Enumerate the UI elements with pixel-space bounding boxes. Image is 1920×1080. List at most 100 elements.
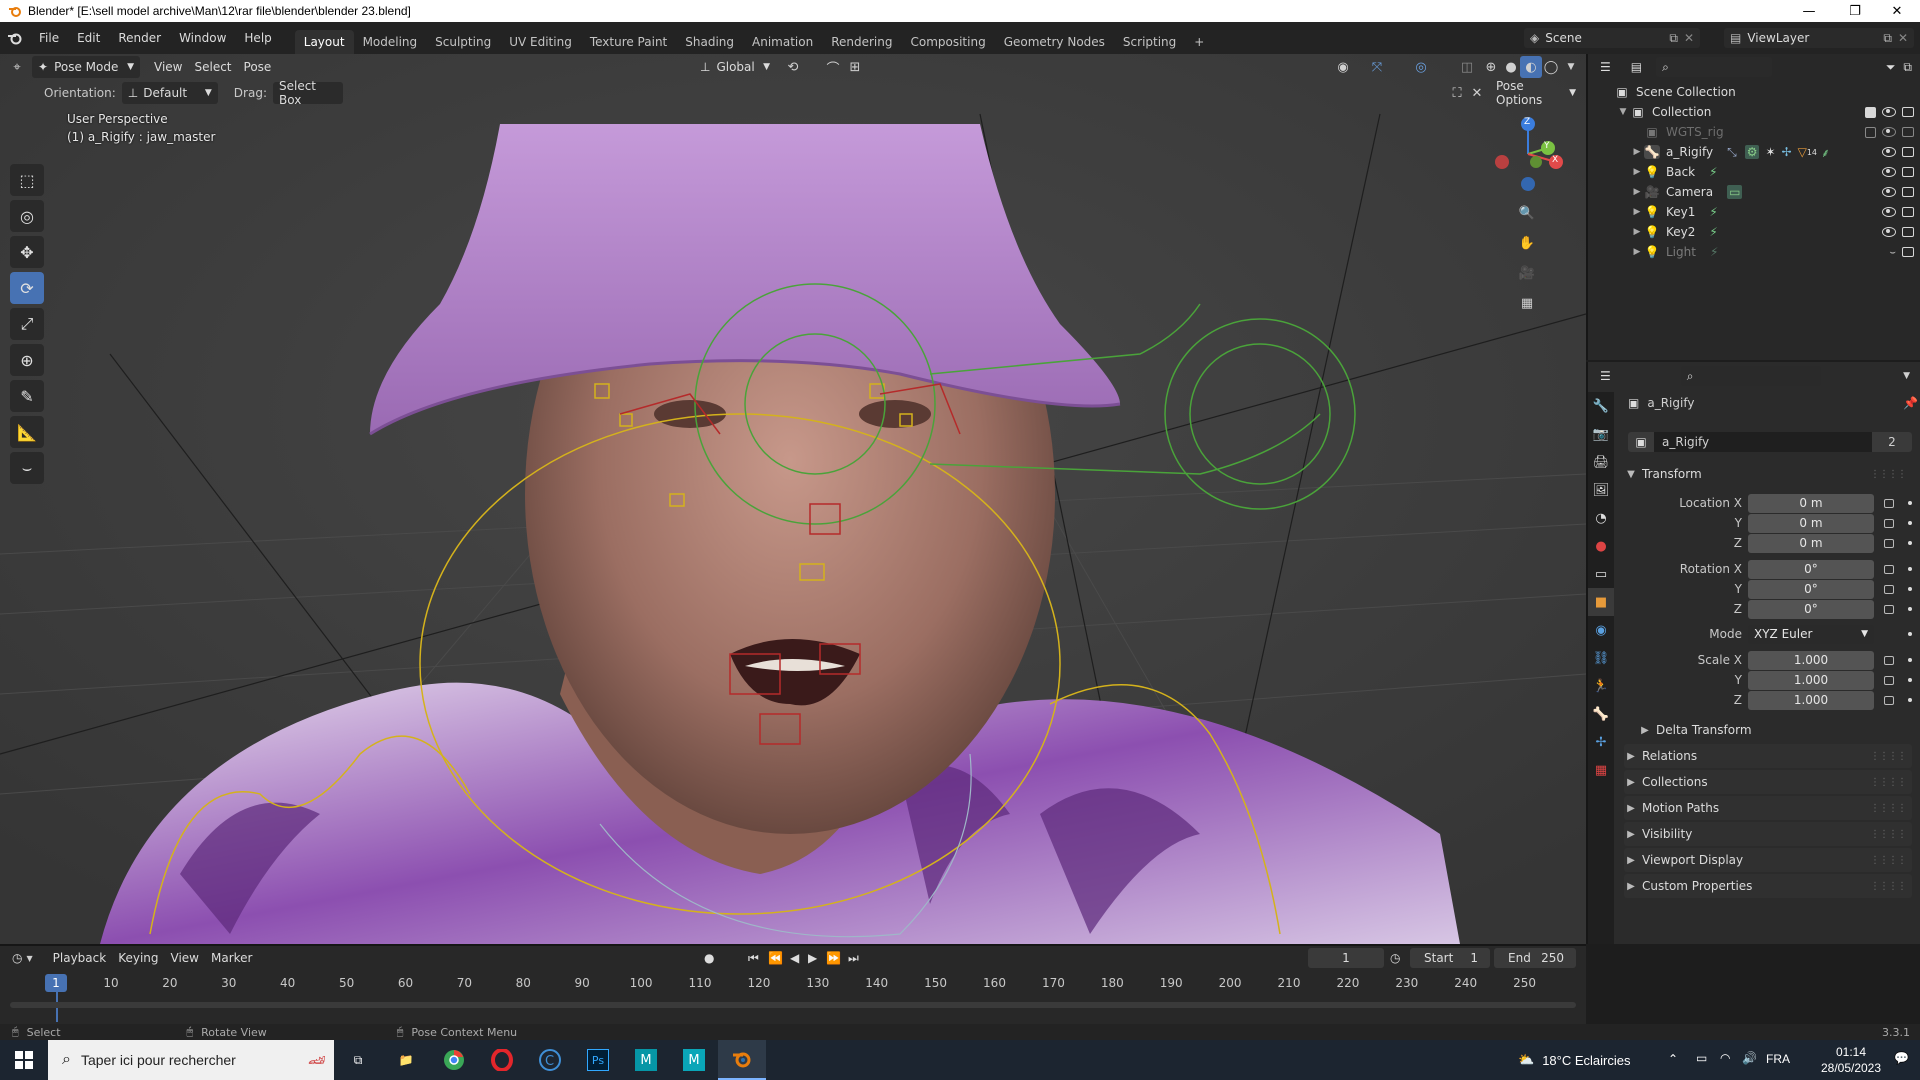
lock-icon[interactable]: [1884, 655, 1894, 665]
add-workspace-button[interactable]: +: [1185, 30, 1213, 54]
visibility-eye-icon[interactable]: [1882, 207, 1896, 217]
timeline-scrollbar[interactable]: [10, 1002, 1576, 1008]
ccleaner-icon[interactable]: C: [526, 1040, 574, 1080]
shading-options-icon[interactable]: ▼: [1560, 56, 1582, 78]
material-shading-icon[interactable]: ◐: [1520, 56, 1542, 78]
lock-icon[interactable]: [1884, 564, 1894, 574]
outliner-row-scene-collection[interactable]: ▣ Scene Collection: [1588, 82, 1920, 102]
wifi-icon[interactable]: ◠: [1720, 1051, 1730, 1065]
render-camera-icon[interactable]: [1902, 227, 1914, 237]
lock-icon[interactable]: [1884, 695, 1894, 705]
view-layer-selector[interactable]: ▤ ViewLayer ⧉ ✕: [1724, 28, 1914, 48]
keyframe-dot-icon[interactable]: [1908, 607, 1912, 611]
rotation-y-field[interactable]: 0°: [1748, 579, 1874, 599]
drag-dropdown[interactable]: Select Box: [272, 79, 343, 107]
drag-grip-icon[interactable]: ⋮⋮⋮⋮: [1870, 777, 1907, 788]
gizmo-toggle-icon[interactable]: ⤧: [1366, 56, 1388, 78]
scene-tab-icon[interactable]: ◔: [1588, 504, 1614, 532]
menu-view[interactable]: View: [148, 56, 188, 78]
outliner-row-back[interactable]: ▶ 💡 Back ⚡: [1588, 162, 1920, 182]
expand-arrow-icon[interactable]: ▶: [1630, 167, 1644, 177]
new-collection-icon[interactable]: ⧉: [1903, 60, 1912, 75]
visibility-eye-icon[interactable]: [1882, 227, 1896, 237]
wireframe-shading-icon[interactable]: ⊕: [1480, 56, 1502, 78]
outliner-row-key2[interactable]: ▶ 💡 Key2 ⚡: [1588, 222, 1920, 242]
rotation-x-field[interactable]: 0°: [1748, 559, 1874, 579]
pin-icon[interactable]: 📌: [1903, 396, 1918, 410]
visibility-eye-icon[interactable]: [1882, 127, 1896, 137]
visibility-eye-icon[interactable]: [1882, 187, 1896, 197]
measure-tool-icon[interactable]: 📐: [10, 416, 44, 448]
scale-z-field[interactable]: 1.000: [1748, 690, 1874, 710]
keyframe-dot-icon[interactable]: [1908, 587, 1912, 591]
delete-scene-icon[interactable]: ✕: [1684, 31, 1694, 45]
play-reverse-icon[interactable]: ◀: [790, 951, 799, 965]
zoom-icon[interactable]: 🔍: [1516, 202, 1538, 224]
select-box-tool-icon[interactable]: ⬚: [10, 164, 44, 196]
end-frame-field[interactable]: End 250: [1494, 948, 1576, 968]
jump-start-icon[interactable]: ⏮: [748, 951, 759, 966]
keyframe-dot-icon[interactable]: [1908, 632, 1912, 636]
keyframe-dot-icon[interactable]: [1908, 678, 1912, 682]
bone-constraint-tab-icon[interactable]: ✢: [1588, 728, 1614, 756]
collections-panel-header[interactable]: ▶ Collections ⋮⋮⋮⋮: [1624, 770, 1912, 794]
expand-arrow-icon[interactable]: ▶: [1630, 207, 1644, 217]
visibility-eye-icon[interactable]: [1882, 147, 1896, 157]
object-browse-icon[interactable]: ▣: [1628, 432, 1654, 452]
custom-properties-panel-header[interactable]: ▶ Custom Properties ⋮⋮⋮⋮: [1624, 874, 1912, 898]
minimize-button[interactable]: —: [1786, 0, 1832, 22]
menu-marker[interactable]: Marker: [205, 947, 258, 969]
render-tab-icon[interactable]: 📷: [1588, 420, 1614, 448]
tab-texture-paint[interactable]: Texture Paint: [581, 30, 676, 54]
current-frame-field[interactable]: 1: [1308, 948, 1384, 968]
drag-grip-icon[interactable]: ⋮⋮⋮⋮: [1870, 803, 1907, 814]
outliner-row-camera[interactable]: ▶ 🎥 Camera ▭: [1588, 182, 1920, 202]
menu-timeline-view[interactable]: View: [165, 947, 205, 969]
properties-editor-icon[interactable]: ☰: [1600, 369, 1611, 383]
menu-file[interactable]: File: [30, 22, 68, 54]
playhead-frame-indicator[interactable]: 1: [45, 974, 67, 992]
render-camera-icon[interactable]: [1902, 147, 1914, 157]
object-constraint-tab-icon[interactable]: ⛓: [1588, 644, 1614, 672]
transform-panel-header[interactable]: ▼ Transform ⋮⋮⋮⋮: [1624, 462, 1912, 486]
maya-icon-2[interactable]: M: [670, 1040, 718, 1080]
menu-playback[interactable]: Playback: [47, 947, 113, 969]
visibility-panel-header[interactable]: ▶ Visibility ⋮⋮⋮⋮: [1624, 822, 1912, 846]
chrome-icon[interactable]: [430, 1040, 478, 1080]
outliner-row-collection[interactable]: ▼ ▣ Collection: [1588, 102, 1920, 122]
mirror-x-icon[interactable]: ✕: [1466, 82, 1488, 104]
scale-y-field[interactable]: 1.000: [1748, 670, 1874, 690]
object-name-field[interactable]: ▣ a_Rigify 2: [1628, 432, 1912, 452]
physics-tab-icon[interactable]: ◉: [1588, 616, 1614, 644]
lock-icon[interactable]: [1884, 675, 1894, 685]
outliner-search-input[interactable]: ⌕: [1656, 57, 1773, 77]
drag-grip-icon[interactable]: ⋮⋮⋮⋮: [1870, 751, 1907, 762]
timeline-editor-icon[interactable]: ◷: [12, 951, 22, 965]
keyframe-dot-icon[interactable]: [1908, 567, 1912, 571]
editor-type-icon[interactable]: ⌖: [6, 56, 28, 78]
rendered-shading-icon[interactable]: ◯: [1540, 56, 1562, 78]
play-icon[interactable]: ▶: [808, 951, 817, 965]
blender-taskbar-icon[interactable]: [718, 1040, 766, 1080]
rotate-tool-icon[interactable]: ⟳: [10, 272, 44, 304]
expand-icon[interactable]: ⛶: [1446, 82, 1468, 104]
menu-render[interactable]: Render: [109, 22, 170, 54]
texture-tab-icon[interactable]: ▦: [1588, 756, 1614, 784]
render-camera-icon[interactable]: [1902, 107, 1914, 117]
tray-chevron-up-icon[interactable]: ⌃: [1668, 1052, 1678, 1066]
render-camera-icon[interactable]: [1902, 127, 1914, 137]
tab-geometry-nodes[interactable]: Geometry Nodes: [995, 30, 1114, 54]
menu-select[interactable]: Select: [188, 56, 237, 78]
delete-view-layer-icon[interactable]: ✕: [1898, 31, 1908, 45]
keyframe-dot-icon[interactable]: [1908, 658, 1912, 662]
annotate-tool-icon[interactable]: ✎: [10, 380, 44, 412]
scale-tool-icon[interactable]: ⤢: [10, 308, 44, 340]
lock-icon[interactable]: [1884, 538, 1894, 548]
visibility-selector-icon[interactable]: ◉: [1332, 56, 1354, 78]
jump-keyframe-forward-icon[interactable]: ⏩: [826, 951, 841, 965]
viewport-display-panel-header[interactable]: ▶ Viewport Display ⋮⋮⋮⋮: [1624, 848, 1912, 872]
pose-options-dropdown[interactable]: Pose Options ▼: [1490, 79, 1582, 107]
expand-arrow-icon[interactable]: ▶: [1630, 187, 1644, 197]
network-icon[interactable]: ▭: [1696, 1051, 1707, 1065]
taskbar-search-input[interactable]: ⌕ Taper ici pour rechercher 🏎: [48, 1040, 334, 1080]
